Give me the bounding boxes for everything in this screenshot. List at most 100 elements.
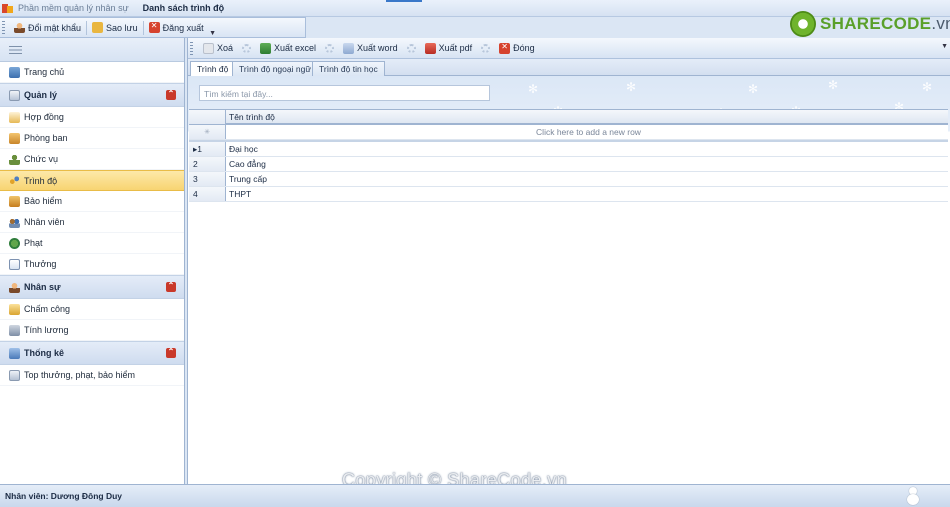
row-indicator: 3 [189,172,226,186]
employee-status: Nhân viên: Dương Đông Duy [5,491,123,501]
nav-item-insurance[interactable]: Bảo hiểm [0,191,184,212]
qualification-icon [9,175,20,186]
pdf-icon [424,42,436,54]
snowflake-icon: ✻ [748,82,759,96]
nav-item-label: Thưởng [24,259,57,269]
attendance-icon [9,303,20,315]
position-icon [9,153,20,165]
menu-icon[interactable] [9,45,22,54]
nav-item-label: Phòng ban [24,133,68,143]
nav-item-qualifications[interactable]: Trình độ [0,170,184,191]
logo-text: SHARECODE.vn [820,14,950,34]
row-index: 1 [197,144,203,154]
folder-icon [92,22,104,33]
delete-button[interactable]: Xoá [197,39,239,57]
snowflake-icon: ✻ [528,82,539,96]
backup-label: Sao lưu [106,22,138,33]
nav-group-management[interactable]: Quản lý [0,83,184,107]
contract-icon [9,111,20,123]
title-accent [386,0,422,2]
nav-item-departments[interactable]: Phòng ban [0,128,184,149]
nav-item-attendance[interactable]: Chấm công [0,299,184,320]
delete-label: Xoá [217,43,234,53]
collapse-icon[interactable] [166,89,176,100]
nav-item-contracts[interactable]: Hợp đồng [0,107,184,128]
separator-icon [406,43,416,53]
new-row[interactable]: ✳ Click here to add a new row [189,125,948,140]
nav-item-label: Hợp đồng [24,112,64,122]
cell-name[interactable]: Cao đẳng [226,157,948,171]
nav-group-label: Nhân sự [24,282,61,292]
close-icon [499,42,511,54]
nav-item-label: Trình độ [24,175,58,186]
search-input[interactable]: Tìm kiếm tại đây... [199,85,490,101]
nav-item-top-report[interactable]: Top thưởng, phạt, bảo hiểm [0,365,184,386]
close-label: Đóng [513,43,535,53]
export-word-button[interactable]: Xuất word [337,39,404,57]
payroll-icon [9,324,20,336]
main-toolbar: Xoá Xuất excel Xuất word Xuất pdf Đóng ▼ [188,38,950,59]
snowflake-icon: ✻ [626,80,637,94]
nav-item-employees[interactable]: Nhân viên [0,212,184,233]
penalty-icon [9,237,20,249]
nav-item-home[interactable]: Trang chủ [0,62,184,83]
nav-item-penalties[interactable]: Phạt [0,233,184,254]
nav-item-label: Top thưởng, phạt, bảo hiểm [24,370,135,380]
change-password-label: Đổi mật khẩu [28,22,82,33]
nav-group-statistics[interactable]: Thống kê [0,341,184,365]
nav-item-positions[interactable]: Chức vụ [0,149,184,170]
header-indicator [189,110,226,124]
table-row[interactable]: 4 THPT [189,187,948,202]
window-title: Danh sách trình độ [142,3,225,13]
collapse-icon[interactable] [166,347,176,358]
toolbar-grip[interactable] [2,21,5,34]
nav-group-hr[interactable]: Nhân sự [0,275,184,299]
report-icon [9,369,20,381]
export-excel-button[interactable]: Xuất excel [254,39,322,57]
status-bar: Nhân viên: Dương Đông Duy [0,484,950,507]
table-row[interactable]: ▸1 Đại học [189,142,948,157]
tab-computer-skill[interactable]: Trình độ tin học [312,61,385,76]
app-icon [2,3,13,14]
insurance-icon [9,195,20,207]
qualification-grid: Tên trình độ ✳ Click here to add a new r… [189,109,948,202]
nav-item-label: Bảo hiểm [24,196,63,206]
logo-mark-icon [790,11,816,37]
main-panel: Xoá Xuất excel Xuất word Xuất pdf Đóng ▼… [187,38,950,484]
separator-icon [325,43,335,53]
nav-item-label: Tính lương [24,325,69,335]
logout-button[interactable]: Đăng xuất [144,19,209,37]
export-pdf-button[interactable]: Xuất pdf [419,39,479,57]
new-row-hint[interactable]: Click here to add a new row [226,125,948,139]
cell-name[interactable]: Trung cấp [226,172,948,186]
change-password-button[interactable]: Đổi mật khẩu [9,19,86,37]
toolbar-overflow-icon[interactable]: ▼ [209,19,217,37]
excel-icon [260,42,272,54]
backup-button[interactable]: Sao lưu [87,19,143,37]
table-row[interactable]: 3 Trung cấp [189,172,948,187]
navigation-panel: Trang chủ Quản lý Hợp đồng Phòng ban Chứ… [0,38,185,484]
sharecode-logo: SHARECODE.vn [790,11,950,37]
nav-item-label: Trang chủ [24,67,65,77]
export-pdf-label: Xuất pdf [438,43,473,53]
toolbar-overflow-icon[interactable]: ▼ [941,43,948,50]
nav-item-rewards[interactable]: Thưởng [0,254,184,275]
word-icon [343,42,355,54]
table-row[interactable]: 2 Cao đẳng [189,157,948,172]
collapse-icon[interactable] [166,281,176,292]
row-indicator: ▸1 [189,142,226,156]
nav-group-label: Thống kê [24,348,64,358]
app-title: Phần mềm quản lý nhân sự [18,3,129,13]
tab-foreign-language[interactable]: Trình độ ngoại ngữ [232,61,319,76]
column-header-name[interactable]: Tên trình độ [226,110,948,124]
cell-name[interactable]: Đại học [226,142,948,156]
content-area: ✻ ✻ ✻ ✻ ✻ ✻ ✻ ✻ ✻ Tìm kiếm tại đây... Tê… [188,76,950,484]
close-button[interactable]: Đóng [493,39,541,57]
quick-toolbar: Đổi mật khẩu Sao lưu Đăng xuất ▼ [0,17,306,38]
department-icon [9,132,20,144]
toolbar-grip[interactable] [190,41,193,55]
separator-icon [242,43,252,53]
nav-item-payroll[interactable]: Tính lương [0,320,184,341]
tab-qualification[interactable]: Trình độ [190,61,236,77]
cell-name[interactable]: THPT [226,187,948,201]
